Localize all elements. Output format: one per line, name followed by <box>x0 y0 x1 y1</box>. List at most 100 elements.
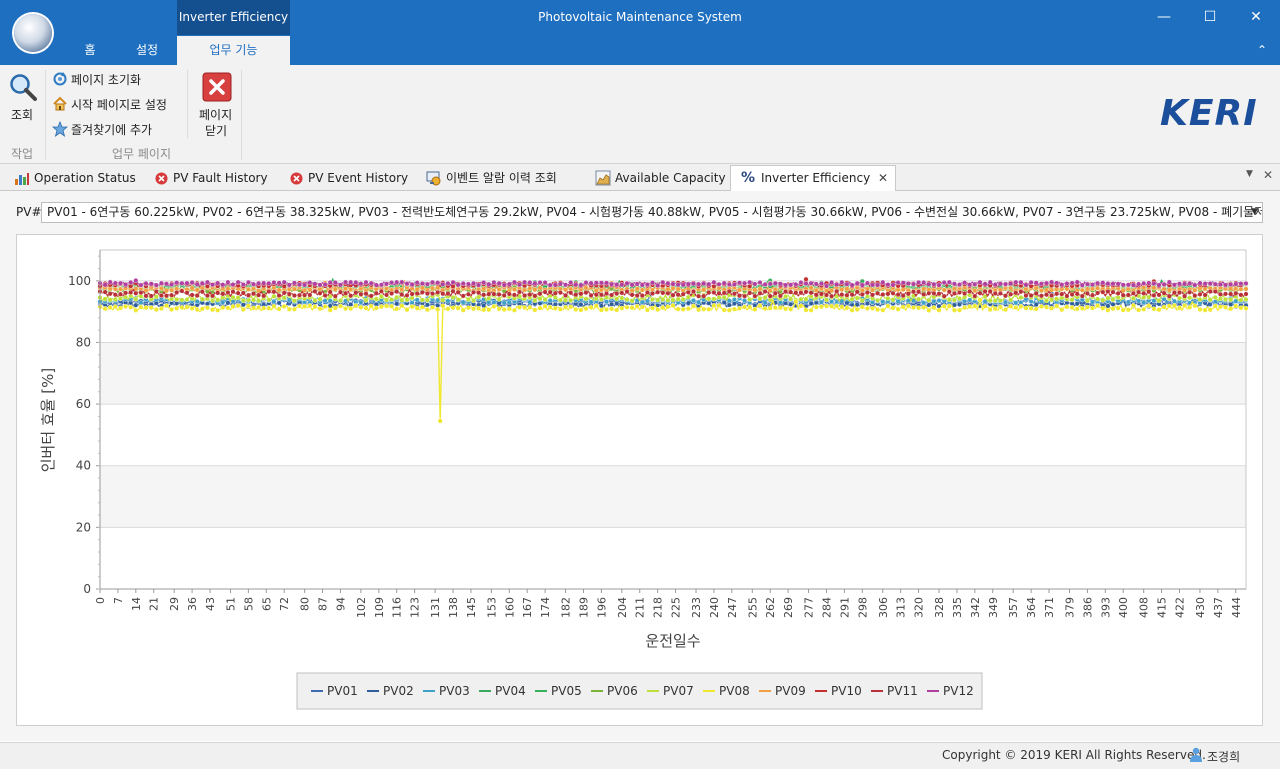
add-favorite-button[interactable]: 즐겨찾기에 추가 <box>51 120 181 138</box>
data-point <box>716 281 722 287</box>
close-all-tabs-icon[interactable]: ✕ <box>1263 168 1277 184</box>
data-point <box>276 280 282 286</box>
tab-pv-event-history[interactable]: PV Event History <box>290 166 420 190</box>
tab-inverter-efficiency[interactable]: % Inverter Efficiency ✕ <box>730 165 896 191</box>
x-tick-label: 422 <box>1174 597 1187 618</box>
collapse-ribbon-icon[interactable]: ⌃ <box>1252 40 1272 60</box>
data-point <box>951 307 957 313</box>
data-point <box>133 296 139 302</box>
tab-operation-status[interactable]: Operation Status <box>14 166 152 190</box>
data-point <box>552 305 558 311</box>
x-tick-label: 233 <box>690 597 703 618</box>
group-label-work: 작업 <box>11 147 34 161</box>
data-point <box>767 281 773 287</box>
data-point <box>675 296 681 302</box>
data-point <box>1079 305 1085 311</box>
refresh-icon <box>53 72 67 86</box>
data-point <box>1171 282 1177 288</box>
data-point <box>1018 279 1024 285</box>
data-point <box>404 307 410 313</box>
close-page-button[interactable]: 페이지 닫기 <box>196 70 238 140</box>
data-point <box>936 291 942 297</box>
data-point <box>481 286 487 292</box>
data-point <box>1115 305 1121 311</box>
data-point <box>818 304 824 310</box>
legend-label: PV08 <box>719 684 750 698</box>
data-point <box>629 288 635 294</box>
data-point <box>1023 305 1029 311</box>
data-point <box>957 301 963 307</box>
home-icon <box>53 96 67 111</box>
data-point <box>706 306 712 312</box>
data-point <box>430 304 436 310</box>
data-point <box>1008 291 1014 297</box>
close-page-label-2: 닫기 <box>205 124 228 138</box>
data-point <box>276 287 282 293</box>
data-point <box>537 291 543 297</box>
data-point <box>742 304 748 310</box>
data-point <box>501 292 507 298</box>
data-point <box>573 282 579 288</box>
data-point <box>517 304 523 310</box>
data-point <box>256 304 262 310</box>
data-point <box>895 280 901 286</box>
data-point <box>598 292 604 298</box>
data-point <box>864 280 870 286</box>
data-point <box>537 285 543 291</box>
data-point <box>844 286 850 292</box>
legend-label: PV07 <box>663 684 694 698</box>
x-tick-label: 29 <box>168 597 181 611</box>
tab-event-alarm-history[interactable]: 이벤트 알람 이력 조회 <box>426 166 586 190</box>
data-point <box>1197 306 1203 312</box>
close-window-button[interactable]: ✕ <box>1233 0 1279 35</box>
tab-list-dropdown-icon[interactable]: ▼ <box>1246 169 1258 185</box>
tab-available-capacity[interactable]: Available Capacity <box>595 166 727 190</box>
ribbon-tab-settings[interactable]: 설정 <box>124 36 170 65</box>
data-point <box>818 281 824 287</box>
data-point <box>123 290 129 296</box>
data-point <box>532 297 538 303</box>
ribbon-tab-work-functions[interactable]: 업무 기능 <box>177 36 290 65</box>
data-point <box>962 298 968 304</box>
data-point <box>783 289 789 295</box>
x-tick-label: 21 <box>148 597 161 611</box>
maximize-button[interactable]: ☐ <box>1187 0 1233 35</box>
data-point <box>726 302 732 308</box>
combo-dropdown-icon[interactable]: ▼ <box>1251 203 1258 222</box>
data-point <box>506 306 512 312</box>
data-point <box>179 288 185 294</box>
data-point <box>245 286 251 292</box>
data-point <box>1064 293 1070 299</box>
data-point <box>634 293 640 299</box>
data-point <box>946 303 952 309</box>
data-point <box>138 304 144 310</box>
data-point <box>685 294 691 300</box>
tab-close-icon[interactable]: ✕ <box>878 166 888 190</box>
data-point <box>501 307 507 313</box>
data-point <box>1013 304 1019 310</box>
data-point <box>133 302 139 308</box>
query-button[interactable]: 조회 <box>6 70 40 124</box>
data-point <box>194 293 200 299</box>
data-point <box>788 301 794 307</box>
data-point <box>639 293 645 299</box>
pv-selector-combobox[interactable]: PV01 - 6연구동 60.225kW, PV02 - 6연구동 38.325… <box>41 202 1263 223</box>
user-icon <box>1190 747 1202 762</box>
data-point <box>936 282 942 288</box>
data-point <box>332 305 338 311</box>
data-point <box>291 293 297 299</box>
app-logo-icon[interactable] <box>14 14 52 52</box>
data-point <box>424 302 430 308</box>
data-point <box>1151 306 1157 312</box>
minimize-button[interactable]: — <box>1141 0 1187 35</box>
data-point <box>1176 290 1182 296</box>
tab-pv-fault-history[interactable]: PV Fault History <box>155 166 285 190</box>
ribbon-tab-home[interactable]: 홈 <box>70 36 110 65</box>
x-tick-label: 153 <box>485 597 498 618</box>
data-point <box>399 292 405 298</box>
set-start-page-button[interactable]: 시작 페이지로 설정 <box>51 95 181 113</box>
data-point <box>261 305 267 311</box>
tab-label: PV Event History <box>308 171 409 185</box>
reset-page-button[interactable]: 페이지 초기화 <box>51 70 181 88</box>
data-point <box>143 293 149 299</box>
